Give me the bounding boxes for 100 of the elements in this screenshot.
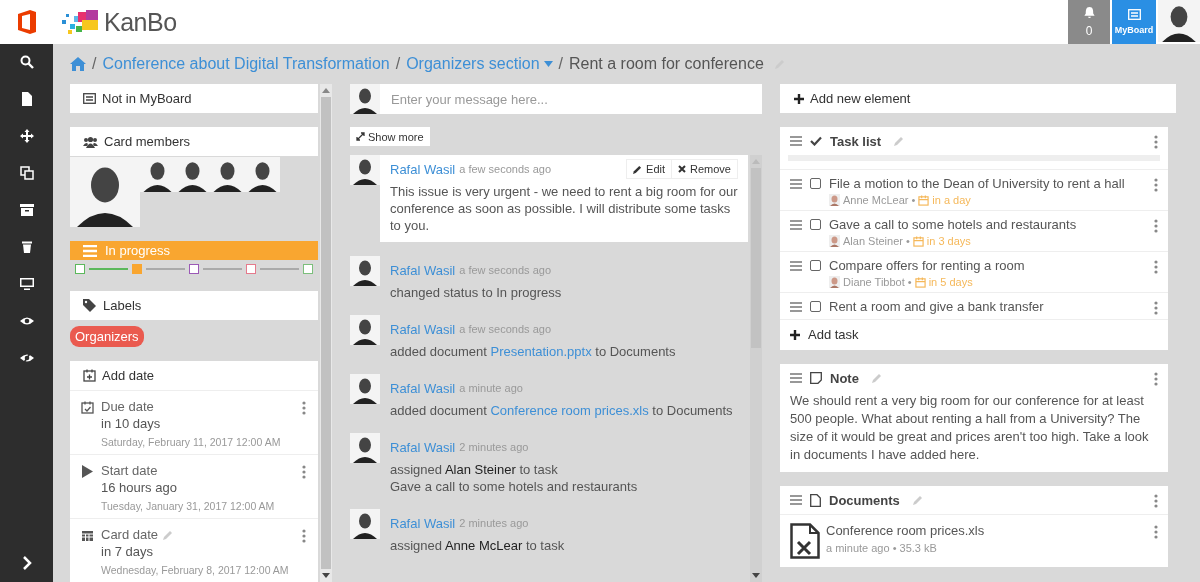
more-icon[interactable] [302,465,306,479]
task-name[interactable]: Gave a call to some hotels and restaurants [829,217,1146,232]
more-icon[interactable] [1154,372,1158,386]
group-icon [83,135,98,148]
card-title: Rent a room for conference [569,55,764,73]
office-logo[interactable] [16,9,38,35]
more-icon[interactable] [1154,178,1158,192]
separator-dot: • [911,194,916,206]
date-title: Card date [101,527,159,542]
more-icon[interactable] [302,529,306,543]
board-icon [83,93,96,104]
more-icon[interactable] [1154,525,1158,539]
date-item[interactable]: Card date in 7 days Wednesday, February 8, 2017 12:00 AM [70,518,318,582]
assignee-avatar [829,276,840,288]
assignee-avatar [829,235,840,247]
home-icon[interactable] [70,57,86,71]
scrollbar[interactable] [750,155,762,582]
date-item[interactable]: Due date in 10 days Saturday, February 11, 2017 12:00 AM [70,390,318,454]
date-title: Due date [101,399,154,414]
status-step[interactable] [75,263,85,274]
show-more-button[interactable]: Show more [350,127,430,146]
checkbox[interactable] [810,301,821,312]
drag-handle-icon[interactable] [790,373,802,383]
drag-handle-icon[interactable] [790,495,802,505]
author-avatar [350,374,380,404]
document-icon [810,493,821,507]
monitor-icon[interactable] [19,277,34,291]
checkbox[interactable] [810,260,821,271]
archive-icon[interactable] [19,203,34,217]
date-relative: in 7 days [101,544,155,559]
message-text: added document Presentation.pptx to Documents [390,343,677,360]
search-icon[interactable] [19,55,34,69]
add-date-button[interactable]: Add date [70,361,318,390]
status-step[interactable] [189,263,199,274]
more-icon[interactable] [1154,260,1158,274]
due-date: in 5 days [928,276,973,288]
message-time: a few seconds ago [459,264,551,276]
date-item[interactable]: Start date 16 hours ago Tuesday, January 31, 2017 12:00 AM [70,454,318,518]
expand-icon[interactable] [21,556,32,570]
drag-handle-icon[interactable] [790,220,802,230]
bell-icon [1082,6,1096,19]
task-name[interactable]: Compare offers for renting a room [829,258,1146,273]
drag-handle-icon[interactable] [790,136,802,146]
file-icon[interactable] [19,92,34,106]
play-icon [81,465,93,478]
file-link[interactable]: Conference room prices.xls [826,523,1148,538]
move-icon[interactable] [19,129,34,143]
checkbox[interactable] [810,219,821,230]
spreadsheet-file-icon[interactable] [790,523,820,559]
trash-icon[interactable] [19,240,34,254]
close-icon [678,165,687,173]
element-title: Documents [829,492,900,508]
copy-icon[interactable] [19,166,34,180]
more-icon[interactable] [1154,301,1158,315]
message-text: assigned Alan Steiner to task [390,461,559,478]
author-link[interactable]: Rafal Wasil [390,161,456,177]
plus-icon [794,93,804,104]
add-element-button[interactable]: Add new element [780,84,1176,113]
brand-name: KanBo [104,7,177,37]
breadcrumb-separator: / [92,55,97,73]
date-relative: 16 hours ago [101,480,178,495]
scroll-down-icon[interactable] [752,573,760,578]
more-icon[interactable] [1154,219,1158,233]
members-header[interactable]: Card members [70,127,318,156]
more-icon[interactable] [1154,135,1158,149]
more-icon[interactable] [302,401,306,415]
expand-icon [356,132,365,141]
scrollbar[interactable] [320,84,332,582]
message-time: a few seconds ago [459,163,551,175]
more-icon[interactable] [1154,494,1158,508]
eye-slash-icon[interactable] [19,351,34,365]
element-title: Task list [830,133,882,149]
calendar-check-icon [81,401,94,414]
separator-dot: • [905,235,910,247]
drag-handle-icon[interactable] [790,179,802,189]
task-name[interactable]: Rent a room and give a bank transfer [829,299,1146,314]
drag-handle-icon[interactable] [790,261,802,271]
note-text: We should rent a very big room for our conference for at least 500 people. What about renting a hall from a University? The size of it would be great and prices aren't too high. Take a look in documents I have added here. [789,392,1150,464]
date-full: Saturday, February 11, 2017 12:00 AM [101,436,282,448]
status-icon [83,244,97,257]
checkbox[interactable] [810,178,821,189]
status-step[interactable] [303,263,313,274]
caret-icon [543,61,553,67]
task-name[interactable]: File a motion to the Dean of University to rent a hall [829,176,1146,191]
message-text: assigned Anne McLear to task [390,537,566,554]
labels-header[interactable]: Labels [70,291,318,320]
file-meta: a minute ago • 35.3 kB [826,542,938,554]
message-field[interactable]: Enter your message here... [380,84,762,114]
myboard-toggle[interactable]: Not in MyBoard [70,84,318,113]
status-step[interactable] [246,263,256,274]
scroll-up-icon[interactable] [322,88,330,93]
message-time: 2 minutes ago [459,441,529,453]
note-icon [810,372,822,384]
date-full: Tuesday, January 31, 2017 12:00 AM [101,500,276,512]
message-time: a minute ago [459,382,523,394]
breadcrumb-separator: / [558,55,563,73]
drag-handle-icon[interactable] [790,302,802,312]
plus-icon [790,329,800,340]
scroll-down-icon[interactable] [322,573,330,578]
calendar-icon [914,276,926,288]
